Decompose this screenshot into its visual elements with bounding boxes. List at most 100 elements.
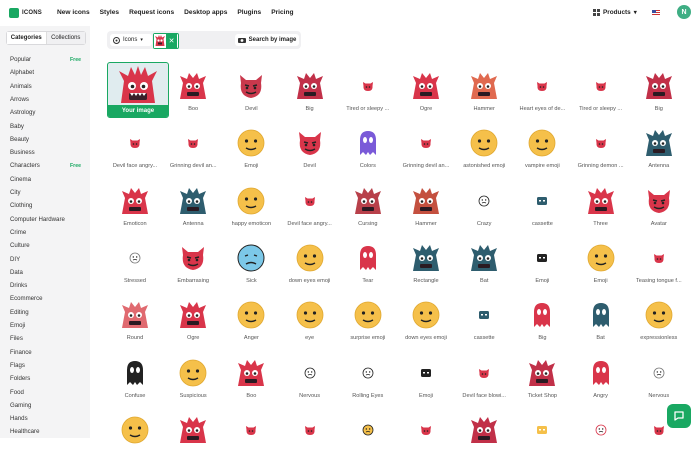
icon-result[interactable]: cassette: [513, 177, 571, 232]
sidebar-item-culture[interactable]: Culture: [10, 242, 30, 249]
sidebar-item-astrology[interactable]: Astrology: [10, 109, 35, 116]
icon-result[interactable]: Rectangle: [397, 234, 455, 289]
search-by-image-button[interactable]: Search by image: [235, 34, 299, 46]
icon-result[interactable]: Emoji: [222, 119, 280, 174]
icon-result[interactable]: Big: [630, 62, 688, 117]
icon-result[interactable]: vampire emoji: [513, 119, 571, 174]
icon-result[interactable]: Boo: [164, 62, 222, 117]
icon-result[interactable]: Emoticon: [106, 177, 164, 232]
sidebar-item-folders[interactable]: Folders: [10, 375, 30, 382]
icon-result[interactable]: Cursing: [339, 177, 397, 232]
sidebar-item-data[interactable]: Data: [10, 269, 23, 276]
icon-result[interactable]: Antenna: [164, 177, 222, 232]
icon-result[interactable]: cassette: [455, 291, 513, 346]
icon-result[interactable]: Anger: [222, 291, 280, 346]
icon-result[interactable]: Ogre: [397, 62, 455, 117]
icon-result[interactable]: Sick: [222, 234, 280, 289]
icon-result[interactable]: [397, 406, 455, 461]
nav-request-icons[interactable]: Request icons: [129, 9, 174, 16]
icon-result[interactable]: Bat: [455, 234, 513, 289]
icon-result[interactable]: Devil face angry...: [281, 177, 339, 232]
sidebar-item-animals[interactable]: Animals: [10, 83, 32, 90]
nav-plugins[interactable]: Plugins: [237, 9, 261, 16]
icon-result[interactable]: Big: [281, 62, 339, 117]
sidebar-item-emoji[interactable]: Emoji: [10, 322, 25, 329]
icon-result[interactable]: Nervous: [281, 349, 339, 404]
icon-result[interactable]: Tired or sleepy ...: [339, 62, 397, 117]
icon-result[interactable]: Emoji: [513, 234, 571, 289]
nav-styles[interactable]: Styles: [100, 9, 119, 16]
sidebar-item-crime[interactable]: Crime: [10, 229, 26, 236]
sidebar-item-cinema[interactable]: Cinema: [10, 176, 31, 183]
icon-type-dropdown[interactable]: Icons ▾: [110, 34, 152, 46]
sidebar-item-arrows[interactable]: Arrows: [10, 96, 29, 103]
your-image-card[interactable]: Your image: [107, 62, 169, 118]
icon-result[interactable]: Crazy: [455, 177, 513, 232]
nav-pricing[interactable]: Pricing: [271, 9, 293, 16]
icon-result[interactable]: [339, 406, 397, 461]
sidebar-item-food[interactable]: Food: [10, 389, 24, 396]
icon-result[interactable]: Heart eyes of de...: [513, 62, 571, 117]
remove-image-icon[interactable]: ✕: [166, 34, 177, 48]
sidebar-item-gaming[interactable]: Gaming: [10, 402, 31, 409]
icon-result[interactable]: down eyes emoji: [397, 291, 455, 346]
products-menu[interactable]: Products ▾: [593, 9, 637, 16]
sidebar-item-computer-hardware[interactable]: Computer Hardware: [10, 216, 65, 223]
icon-result[interactable]: Ticket Shop: [513, 349, 571, 404]
tab-collections[interactable]: Collections: [46, 32, 85, 44]
icon-result[interactable]: Angry: [572, 349, 630, 404]
icon-result[interactable]: Stressed: [106, 234, 164, 289]
nav-desktop-apps[interactable]: Desktop apps: [184, 9, 227, 16]
icon-result[interactable]: Emoji: [397, 349, 455, 404]
icon-result[interactable]: [572, 406, 630, 461]
icon-result[interactable]: Rolling Eyes: [339, 349, 397, 404]
icon-result[interactable]: [513, 406, 571, 461]
icon-result[interactable]: Grinning devil an...: [397, 119, 455, 174]
icon-result[interactable]: Bat: [572, 291, 630, 346]
icon-result[interactable]: Grinning devil an...: [164, 119, 222, 174]
sidebar-item-flags[interactable]: Flags: [10, 362, 25, 369]
icon-result[interactable]: Colors: [339, 119, 397, 174]
sidebar-item-hands[interactable]: Hands: [10, 415, 28, 422]
icon-result[interactable]: Embarrasing: [164, 234, 222, 289]
icon-result[interactable]: astonished emoji: [455, 119, 513, 174]
chat-button[interactable]: [667, 404, 691, 428]
sidebar-item-editing[interactable]: Editing: [10, 309, 29, 316]
icon-result[interactable]: Hammer: [397, 177, 455, 232]
icon-result[interactable]: Big: [513, 291, 571, 346]
icon-result[interactable]: surprise emoji: [339, 291, 397, 346]
icon-result[interactable]: Avatar: [630, 177, 688, 232]
icon-result[interactable]: Suspicious: [164, 349, 222, 404]
icon-result[interactable]: Grinning demon ...: [572, 119, 630, 174]
sidebar-item-diy[interactable]: DIY: [10, 256, 20, 263]
icon-result[interactable]: Emoji: [572, 234, 630, 289]
logo[interactable]: ICONS: [9, 8, 42, 18]
sidebar-item-beauty[interactable]: Beauty: [10, 136, 29, 143]
avatar[interactable]: N: [677, 5, 691, 19]
icon-result[interactable]: [281, 406, 339, 461]
sidebar-item-baby[interactable]: Baby: [10, 123, 24, 130]
sidebar-item-popular[interactable]: Popular: [10, 56, 31, 63]
icon-result[interactable]: Devil face angry...: [106, 119, 164, 174]
sidebar-item-business[interactable]: Business: [10, 149, 35, 156]
sidebar-item-city[interactable]: City: [10, 189, 21, 196]
sidebar-item-alphabet[interactable]: Alphabet: [10, 69, 34, 76]
sidebar-item-healthcare[interactable]: Healthcare: [10, 428, 39, 435]
icon-result[interactable]: Tired or sleepy ...: [572, 62, 630, 117]
sidebar-item-characters[interactable]: Characters: [10, 162, 40, 169]
icon-result[interactable]: Devil: [222, 62, 280, 117]
sidebar-item-files[interactable]: Files: [10, 335, 23, 342]
icon-result[interactable]: [222, 406, 280, 461]
icon-result[interactable]: expressionless: [630, 291, 688, 346]
icon-result[interactable]: Three: [572, 177, 630, 232]
icon-result[interactable]: [164, 406, 222, 461]
icon-result[interactable]: Boo: [222, 349, 280, 404]
icon-result[interactable]: [455, 406, 513, 461]
sidebar-item-drinks[interactable]: Drinks: [10, 282, 27, 289]
icon-result[interactable]: Teasing tongue f...: [630, 234, 688, 289]
tab-categories[interactable]: Categories: [7, 32, 47, 44]
sidebar-item-clothing[interactable]: Clothing: [10, 202, 32, 209]
icon-result[interactable]: down eyes emoji: [281, 234, 339, 289]
icon-result[interactable]: happy emoticon: [222, 177, 280, 232]
icon-result[interactable]: Confuse: [106, 349, 164, 404]
